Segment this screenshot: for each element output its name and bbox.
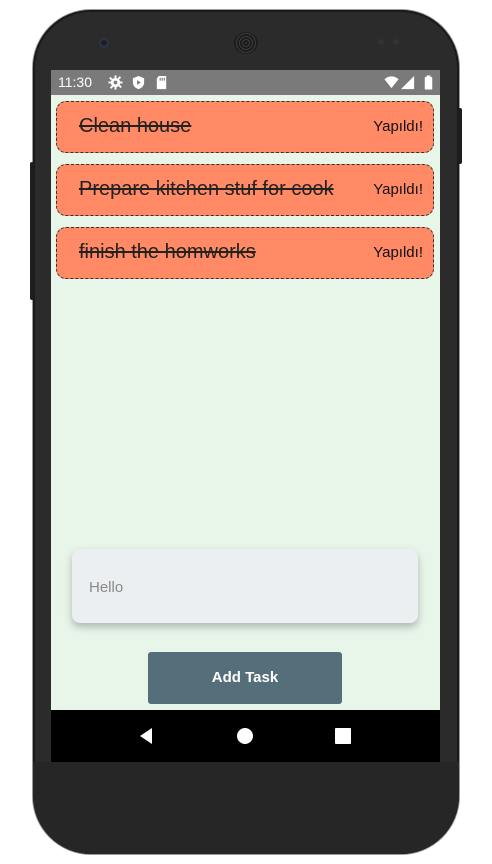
wifi-icon bbox=[384, 76, 399, 89]
app-screen: 11:30 Clean house Yapıldı! Prepare kitch… bbox=[51, 70, 440, 762]
back-icon[interactable] bbox=[137, 726, 157, 746]
task-text: finish the homworks bbox=[79, 241, 256, 263]
volume-button bbox=[30, 162, 34, 300]
earpiece-speaker bbox=[234, 32, 258, 54]
done-button[interactable]: Yapıldı! bbox=[373, 181, 423, 198]
task-text: Prepare kitchen stuf for cook bbox=[79, 178, 334, 200]
task-item: finish the homworks Yapıldı! bbox=[56, 227, 434, 279]
status-bar: 11:30 bbox=[51, 70, 440, 95]
cell-signal-icon bbox=[401, 75, 415, 90]
play-protect-icon bbox=[132, 75, 145, 90]
front-camera-icon bbox=[99, 38, 109, 48]
done-button[interactable]: Yapıldı! bbox=[373, 118, 423, 135]
add-task-button[interactable]: Add Task bbox=[148, 652, 342, 704]
task-text: Clean house bbox=[79, 115, 192, 137]
recents-icon[interactable] bbox=[333, 726, 353, 746]
task-input[interactable] bbox=[87, 575, 401, 599]
battery-icon bbox=[424, 75, 433, 90]
task-item: Clean house Yapıldı! bbox=[56, 101, 434, 153]
status-time: 11:30 bbox=[58, 74, 92, 90]
light-sensor bbox=[393, 39, 399, 45]
task-item: Prepare kitchen stuf for cook Yapıldı! bbox=[56, 164, 434, 216]
home-icon[interactable] bbox=[235, 726, 255, 746]
sd-card-icon bbox=[156, 75, 167, 90]
phone-chin bbox=[33, 762, 459, 854]
proximity-sensor bbox=[378, 39, 384, 45]
navigation-bar bbox=[51, 710, 440, 762]
settings-gear-icon bbox=[108, 75, 123, 90]
task-list: Clean house Yapıldı! Prepare kitchen stu… bbox=[56, 101, 434, 290]
power-button bbox=[458, 108, 462, 164]
done-button[interactable]: Yapıldı! bbox=[373, 244, 423, 261]
task-input-card bbox=[72, 549, 418, 623]
